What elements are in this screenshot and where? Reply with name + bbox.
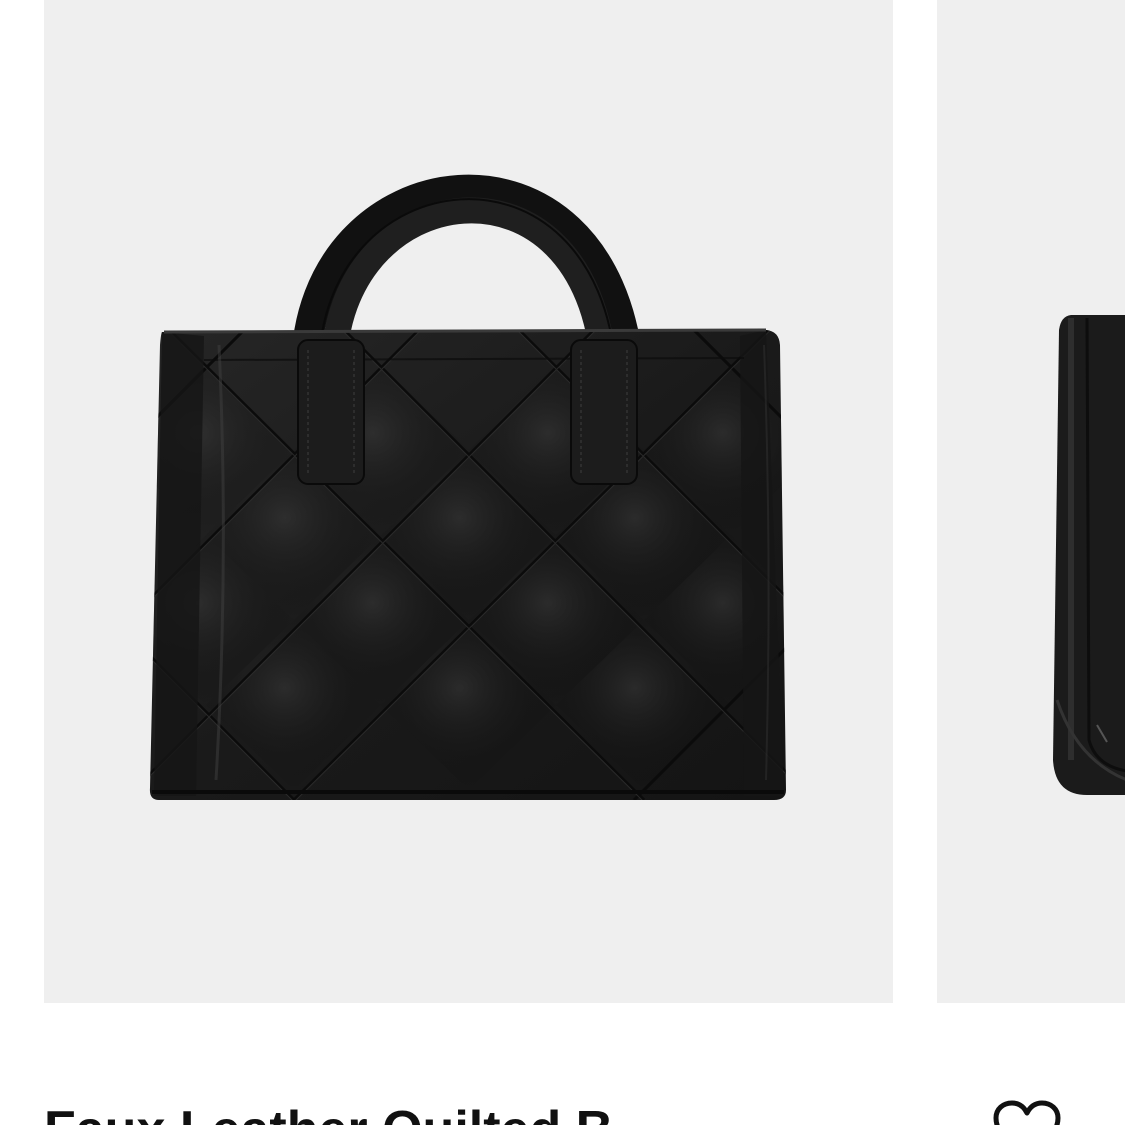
product-image-main[interactable] [44,0,893,1003]
heart-outline-icon [993,1100,1061,1125]
quilted-tote-bag-side-image [1053,315,1125,795]
quilted-tote-bag-image [149,174,787,800]
wishlist-button[interactable] [992,1100,1062,1125]
product-title[interactable]: Faux Leather Quilted B [44,1104,613,1125]
product-page: Faux Leather Quilted B [0,0,1125,1125]
product-image-next[interactable] [937,0,1125,1003]
product-info-row: Faux Leather Quilted B [0,1060,1125,1125]
product-image-carousel[interactable] [0,0,1125,1004]
